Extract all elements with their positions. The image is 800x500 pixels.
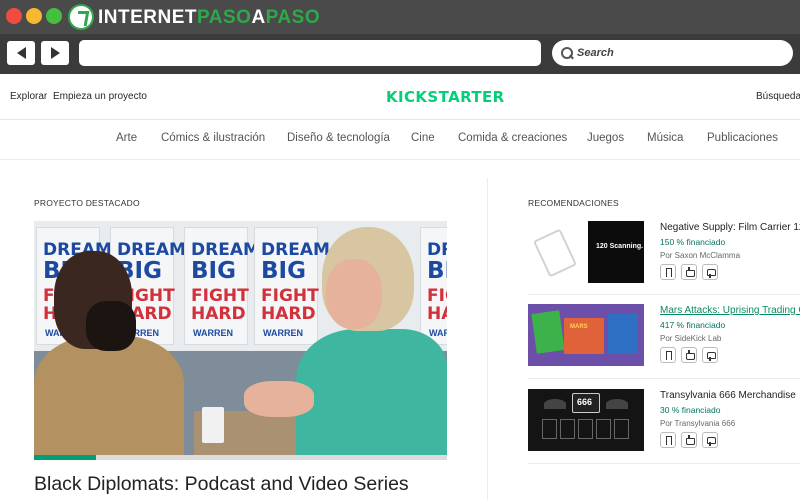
bookmark-icon[interactable] — [660, 264, 676, 280]
explore-link[interactable]: Explorar — [10, 91, 47, 102]
campaign-poster: DREAMBIGFIGHTHARDWARREN — [254, 227, 330, 345]
funded-percent: 417 % financiado — [660, 320, 726, 330]
category-comics[interactable]: Cómics & ilustración — [161, 132, 265, 144]
maximize-window-icon[interactable] — [46, 8, 62, 24]
category-diseno[interactable]: Diseño & tecnología — [287, 132, 390, 144]
forward-button[interactable] — [41, 41, 69, 65]
thumbs-down-icon[interactable] — [702, 347, 718, 363]
person-right-hands — [244, 381, 314, 417]
category-juegos[interactable]: Juegos — [587, 132, 624, 144]
thumbs-up-icon[interactable] — [681, 347, 697, 363]
funded-percent: 30 % financiado — [660, 405, 721, 415]
address-bar[interactable] — [79, 40, 541, 66]
funded-percent: 150 % financiado — [660, 237, 726, 247]
recommendation-item: 666 Transylvania 666 Merchandise 30 % fi… — [528, 389, 800, 459]
bookmark-icon[interactable] — [660, 432, 676, 448]
recommendation-title[interactable]: Transylvania 666 Merchandise — [660, 390, 796, 401]
cup — [202, 407, 224, 443]
funding-progress-bar — [34, 455, 447, 460]
brand-watermark: INTERNETPASOAPASO — [98, 7, 321, 28]
creator-name: Por Transylvania 666 — [660, 419, 736, 428]
recommendation-title[interactable]: Mars Attacks: Uprising Trading C — [660, 305, 800, 316]
category-comida[interactable]: Comida & creaciones — [458, 132, 567, 144]
minimize-window-icon[interactable] — [26, 8, 42, 24]
recommendation-item: MARS Mars Attacks: Uprising Trading C 41… — [528, 304, 800, 374]
recommendations-section-label: RECOMENDACIONES — [528, 198, 619, 208]
thumbs-up-icon[interactable] — [681, 264, 697, 280]
recommendation-actions — [660, 264, 718, 280]
category-arte[interactable]: Arte — [116, 132, 137, 144]
browser-search-field[interactable]: Search — [552, 40, 793, 66]
recommendation-title[interactable]: Negative Supply: Film Carrier 120 — [660, 222, 800, 233]
person-right-body — [296, 329, 447, 455]
recommendation-thumbnail[interactable]: 666 — [528, 389, 644, 451]
category-musica[interactable]: Música — [647, 132, 683, 144]
featured-project-title[interactable]: Black Diplomats: Podcast and Video Serie… — [34, 473, 409, 496]
featured-project-image[interactable]: DREAMBIGFIGHTHARDWARREN DREAMBIGFIGHTHAR… — [34, 221, 447, 455]
recommendation-item: 120 Scanning. Negative Supply: Film Carr… — [528, 221, 800, 291]
thumbs-down-icon[interactable] — [702, 264, 718, 280]
campaign-poster: DREAMBIGFIGHTHARDWARREN — [420, 227, 447, 345]
start-project-link[interactable]: Empieza un proyecto — [53, 91, 147, 102]
funding-progress-fill — [34, 455, 96, 460]
person-left-beard — [86, 301, 136, 351]
back-button[interactable] — [7, 41, 35, 65]
thumbs-down-icon[interactable] — [702, 432, 718, 448]
recommendation-thumbnail[interactable]: MARS — [528, 304, 644, 366]
site-header: Explorar Empieza un proyecto KICKSTARTER… — [0, 74, 800, 120]
person-right-face — [326, 259, 382, 329]
recommendation-actions — [660, 347, 718, 363]
recommendation-actions — [660, 432, 718, 448]
browser-toolbar: Search — [0, 34, 800, 74]
recommendation-thumbnail[interactable]: 120 Scanning. — [528, 221, 644, 283]
brand-logo-icon — [68, 4, 94, 30]
creator-name: Por Saxon McClamma — [660, 251, 741, 260]
browser-title-bar: INTERNETPASOAPASO — [0, 0, 800, 34]
search-icon — [561, 47, 573, 59]
recommendation-divider — [528, 463, 800, 464]
kickstarter-logo[interactable]: KICKSTARTER — [386, 88, 505, 106]
category-cine[interactable]: Cine — [411, 132, 435, 144]
arrow-right-icon — [50, 47, 60, 59]
recommendation-divider — [528, 294, 800, 295]
column-divider — [487, 178, 488, 500]
film-carrier-image — [532, 228, 578, 278]
arrow-left-icon — [16, 47, 26, 59]
recommendation-divider — [528, 378, 800, 379]
campaign-poster: DREAMBIGFIGHTHARDWARREN — [184, 227, 260, 345]
browser-search-label: Search — [577, 47, 614, 59]
site-search-link[interactable]: Búsqueda — [756, 91, 800, 102]
category-nav: Arte Cómics & ilustración Diseño & tecno… — [0, 120, 800, 160]
person-left-body — [34, 336, 184, 455]
category-publicaciones[interactable]: Publicaciones — [707, 132, 778, 144]
close-window-icon[interactable] — [6, 8, 22, 24]
thumbs-up-icon[interactable] — [681, 432, 697, 448]
bookmark-icon[interactable] — [660, 347, 676, 363]
creator-name: Por SideKick Lab — [660, 334, 722, 343]
featured-section-label: PROYECTO DESTACADO — [34, 198, 140, 208]
